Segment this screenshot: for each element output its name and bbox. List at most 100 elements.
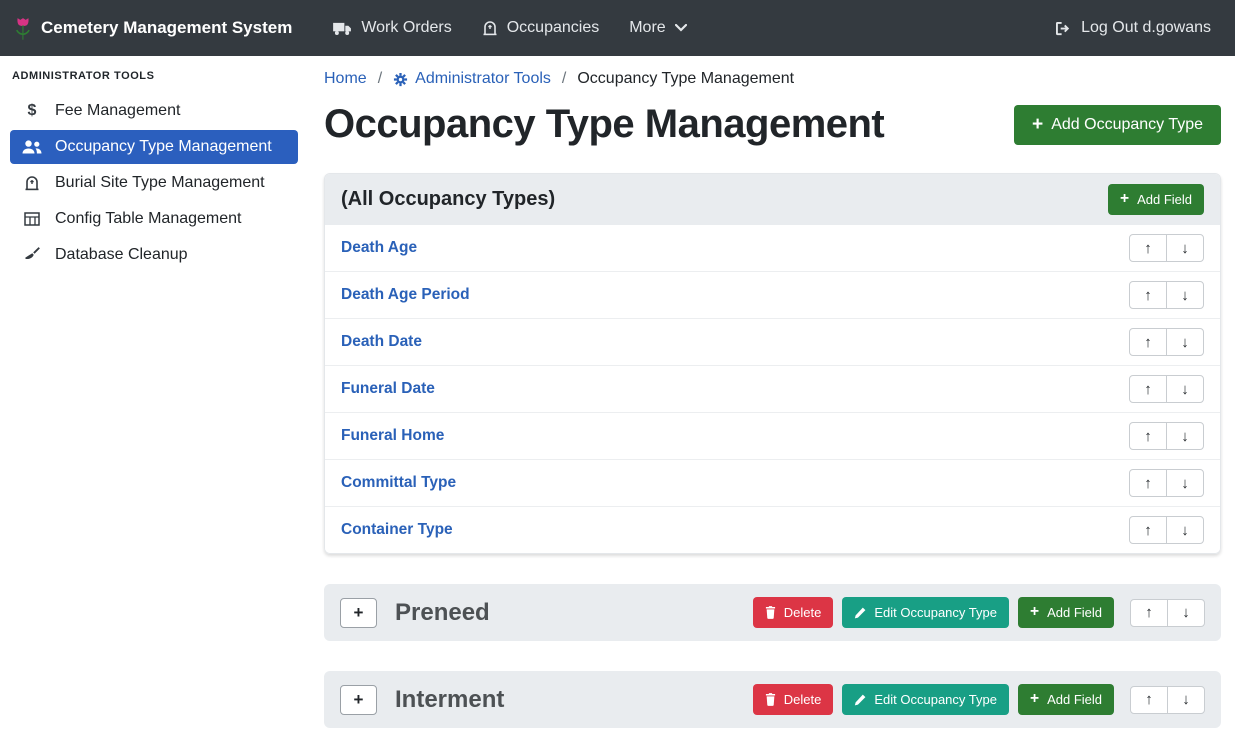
move-down-button[interactable]: ↓ (1166, 234, 1204, 262)
breadcrumb-current: Occupancy Type Management (577, 70, 794, 88)
button-label: Add Occupancy Type (1051, 116, 1203, 134)
expand-button[interactable]: + (340, 598, 377, 628)
users-icon (22, 140, 42, 154)
sidebar-item-config-table-management[interactable]: Config Table Management (10, 202, 298, 236)
add-field-button[interactable]: + Add Field (1018, 597, 1114, 628)
move-down-button[interactable]: ↓ (1166, 281, 1204, 309)
move-up-button[interactable]: ↑ (1129, 328, 1167, 356)
reorder-button-group: ↑ ↓ (1129, 375, 1204, 403)
breadcrumb-separator: / (367, 70, 393, 88)
nav-occupancies[interactable]: Occupancies (467, 11, 615, 45)
sidebar-item-label: Database Cleanup (55, 246, 188, 264)
title-row: Occupancy Type Management + Add Occupanc… (324, 102, 1221, 147)
field-list: Death Age ↑ ↓ Death Age Period ↑ ↓ (325, 225, 1220, 553)
reorder-button-group: ↑ ↓ (1129, 281, 1204, 309)
main-content: Home / Administrator Tools / Occupancy T… (308, 56, 1235, 738)
plus-icon: + (354, 603, 364, 623)
reorder-button-group: ↑ ↓ (1129, 422, 1204, 450)
move-up-button[interactable]: ↑ (1130, 686, 1168, 714)
sidebar-item-label: Fee Management (55, 102, 180, 120)
tombstone-icon (482, 20, 498, 36)
card-header: (All Occupancy Types) + Add Field (325, 174, 1220, 225)
sidebar-item-label: Burial Site Type Management (55, 174, 265, 192)
add-occupancy-type-button[interactable]: + Add Occupancy Type (1014, 105, 1221, 145)
field-link[interactable]: Committal Type (341, 474, 456, 492)
field-link[interactable]: Death Date (341, 333, 422, 351)
add-field-button[interactable]: + Add Field (1018, 684, 1114, 715)
move-up-button[interactable]: ↑ (1129, 234, 1167, 262)
breadcrumb-separator: / (551, 70, 577, 88)
move-down-button[interactable]: ↓ (1166, 328, 1204, 356)
logout-button[interactable]: Log Out d.gowans (1055, 19, 1211, 37)
move-up-button[interactable]: ↑ (1129, 281, 1167, 309)
tombstone-icon (22, 175, 42, 191)
breadcrumb: Home / Administrator Tools / Occupancy T… (324, 70, 1221, 88)
field-row: Death Age Period ↑ ↓ (325, 271, 1220, 318)
move-down-button[interactable]: ↓ (1167, 599, 1205, 627)
sidebar-item-fee-management[interactable]: $ Fee Management (10, 94, 298, 128)
occupancy-type-section: + Preneed Delete (324, 584, 1221, 641)
nav-item-label: Occupancies (507, 19, 600, 37)
delete-button[interactable]: Delete (753, 684, 834, 715)
field-link[interactable]: Container Type (341, 521, 453, 539)
broom-icon (22, 247, 42, 263)
sidebar-item-label: Occupancy Type Management (55, 138, 272, 156)
move-down-button[interactable]: ↓ (1166, 375, 1204, 403)
field-row: Death Age ↑ ↓ (325, 225, 1220, 271)
button-label: Delete (784, 605, 822, 620)
table-icon (22, 212, 42, 226)
breadcrumb-label: Home (324, 70, 367, 88)
breadcrumb-home-link[interactable]: Home (324, 70, 367, 88)
sidebar-item-database-cleanup[interactable]: Database Cleanup (10, 238, 298, 272)
sidebar-heading: Administrator Tools (0, 66, 308, 92)
plus-icon: + (1030, 605, 1039, 619)
move-down-button[interactable]: ↓ (1166, 516, 1204, 544)
field-row: Container Type ↑ ↓ (325, 506, 1220, 553)
sidebar-item-occupancy-type-management[interactable]: Occupancy Type Management (10, 130, 298, 164)
trash-icon (765, 693, 776, 706)
nav-more[interactable]: More (614, 11, 701, 45)
plus-icon: + (354, 690, 364, 710)
logout-icon (1055, 21, 1072, 36)
chevron-down-icon (675, 24, 687, 32)
reorder-button-group: ↑ ↓ (1129, 469, 1204, 497)
add-field-button[interactable]: + Add Field (1108, 184, 1204, 215)
reorder-button-group: ↑ ↓ (1129, 516, 1204, 544)
plus-icon: + (1120, 192, 1129, 206)
logout-label: Log Out d.gowans (1081, 19, 1211, 37)
move-down-button[interactable]: ↓ (1166, 422, 1204, 450)
breadcrumb-administrator-tools-link[interactable]: Administrator Tools (393, 70, 551, 88)
reorder-button-group: ↑ ↓ (1129, 234, 1204, 262)
reorder-button-group: ↑ ↓ (1130, 686, 1205, 714)
sidebar-item-label: Config Table Management (55, 210, 242, 228)
field-link[interactable]: Death Age Period (341, 286, 470, 304)
edit-occupancy-type-button[interactable]: Edit Occupancy Type (842, 597, 1009, 628)
nav-item-label: Work Orders (361, 19, 451, 37)
section-actions: Delete Edit Occupancy Type + Add Field (753, 684, 1205, 715)
sidebar: Administrator Tools $ Fee Management Occ… (0, 56, 308, 738)
plus-icon: + (1032, 116, 1043, 133)
occupancy-type-section: + Interment Delete (324, 671, 1221, 728)
occupancy-type-title: Interment (395, 686, 504, 714)
move-up-button[interactable]: ↑ (1130, 599, 1168, 627)
delete-button[interactable]: Delete (753, 597, 834, 628)
move-up-button[interactable]: ↑ (1129, 422, 1167, 450)
field-row: Funeral Date ↑ ↓ (325, 365, 1220, 412)
move-down-button[interactable]: ↓ (1167, 686, 1205, 714)
field-link[interactable]: Death Age (341, 239, 417, 257)
plus-icon: + (1030, 692, 1039, 706)
expand-button[interactable]: + (340, 685, 377, 715)
move-up-button[interactable]: ↑ (1129, 375, 1167, 403)
move-up-button[interactable]: ↑ (1129, 469, 1167, 497)
app-brand[interactable]: Cemetery Management System (14, 16, 292, 40)
edit-occupancy-type-button[interactable]: Edit Occupancy Type (842, 684, 1009, 715)
field-row: Death Date ↑ ↓ (325, 318, 1220, 365)
field-link[interactable]: Funeral Home (341, 427, 444, 445)
reorder-button-group: ↑ ↓ (1129, 328, 1204, 356)
move-up-button[interactable]: ↑ (1129, 516, 1167, 544)
nav-work-orders[interactable]: Work Orders (318, 11, 466, 45)
sidebar-item-burial-site-type-management[interactable]: Burial Site Type Management (10, 166, 298, 200)
move-down-button[interactable]: ↓ (1166, 469, 1204, 497)
field-link[interactable]: Funeral Date (341, 380, 435, 398)
truck-icon (333, 21, 352, 36)
